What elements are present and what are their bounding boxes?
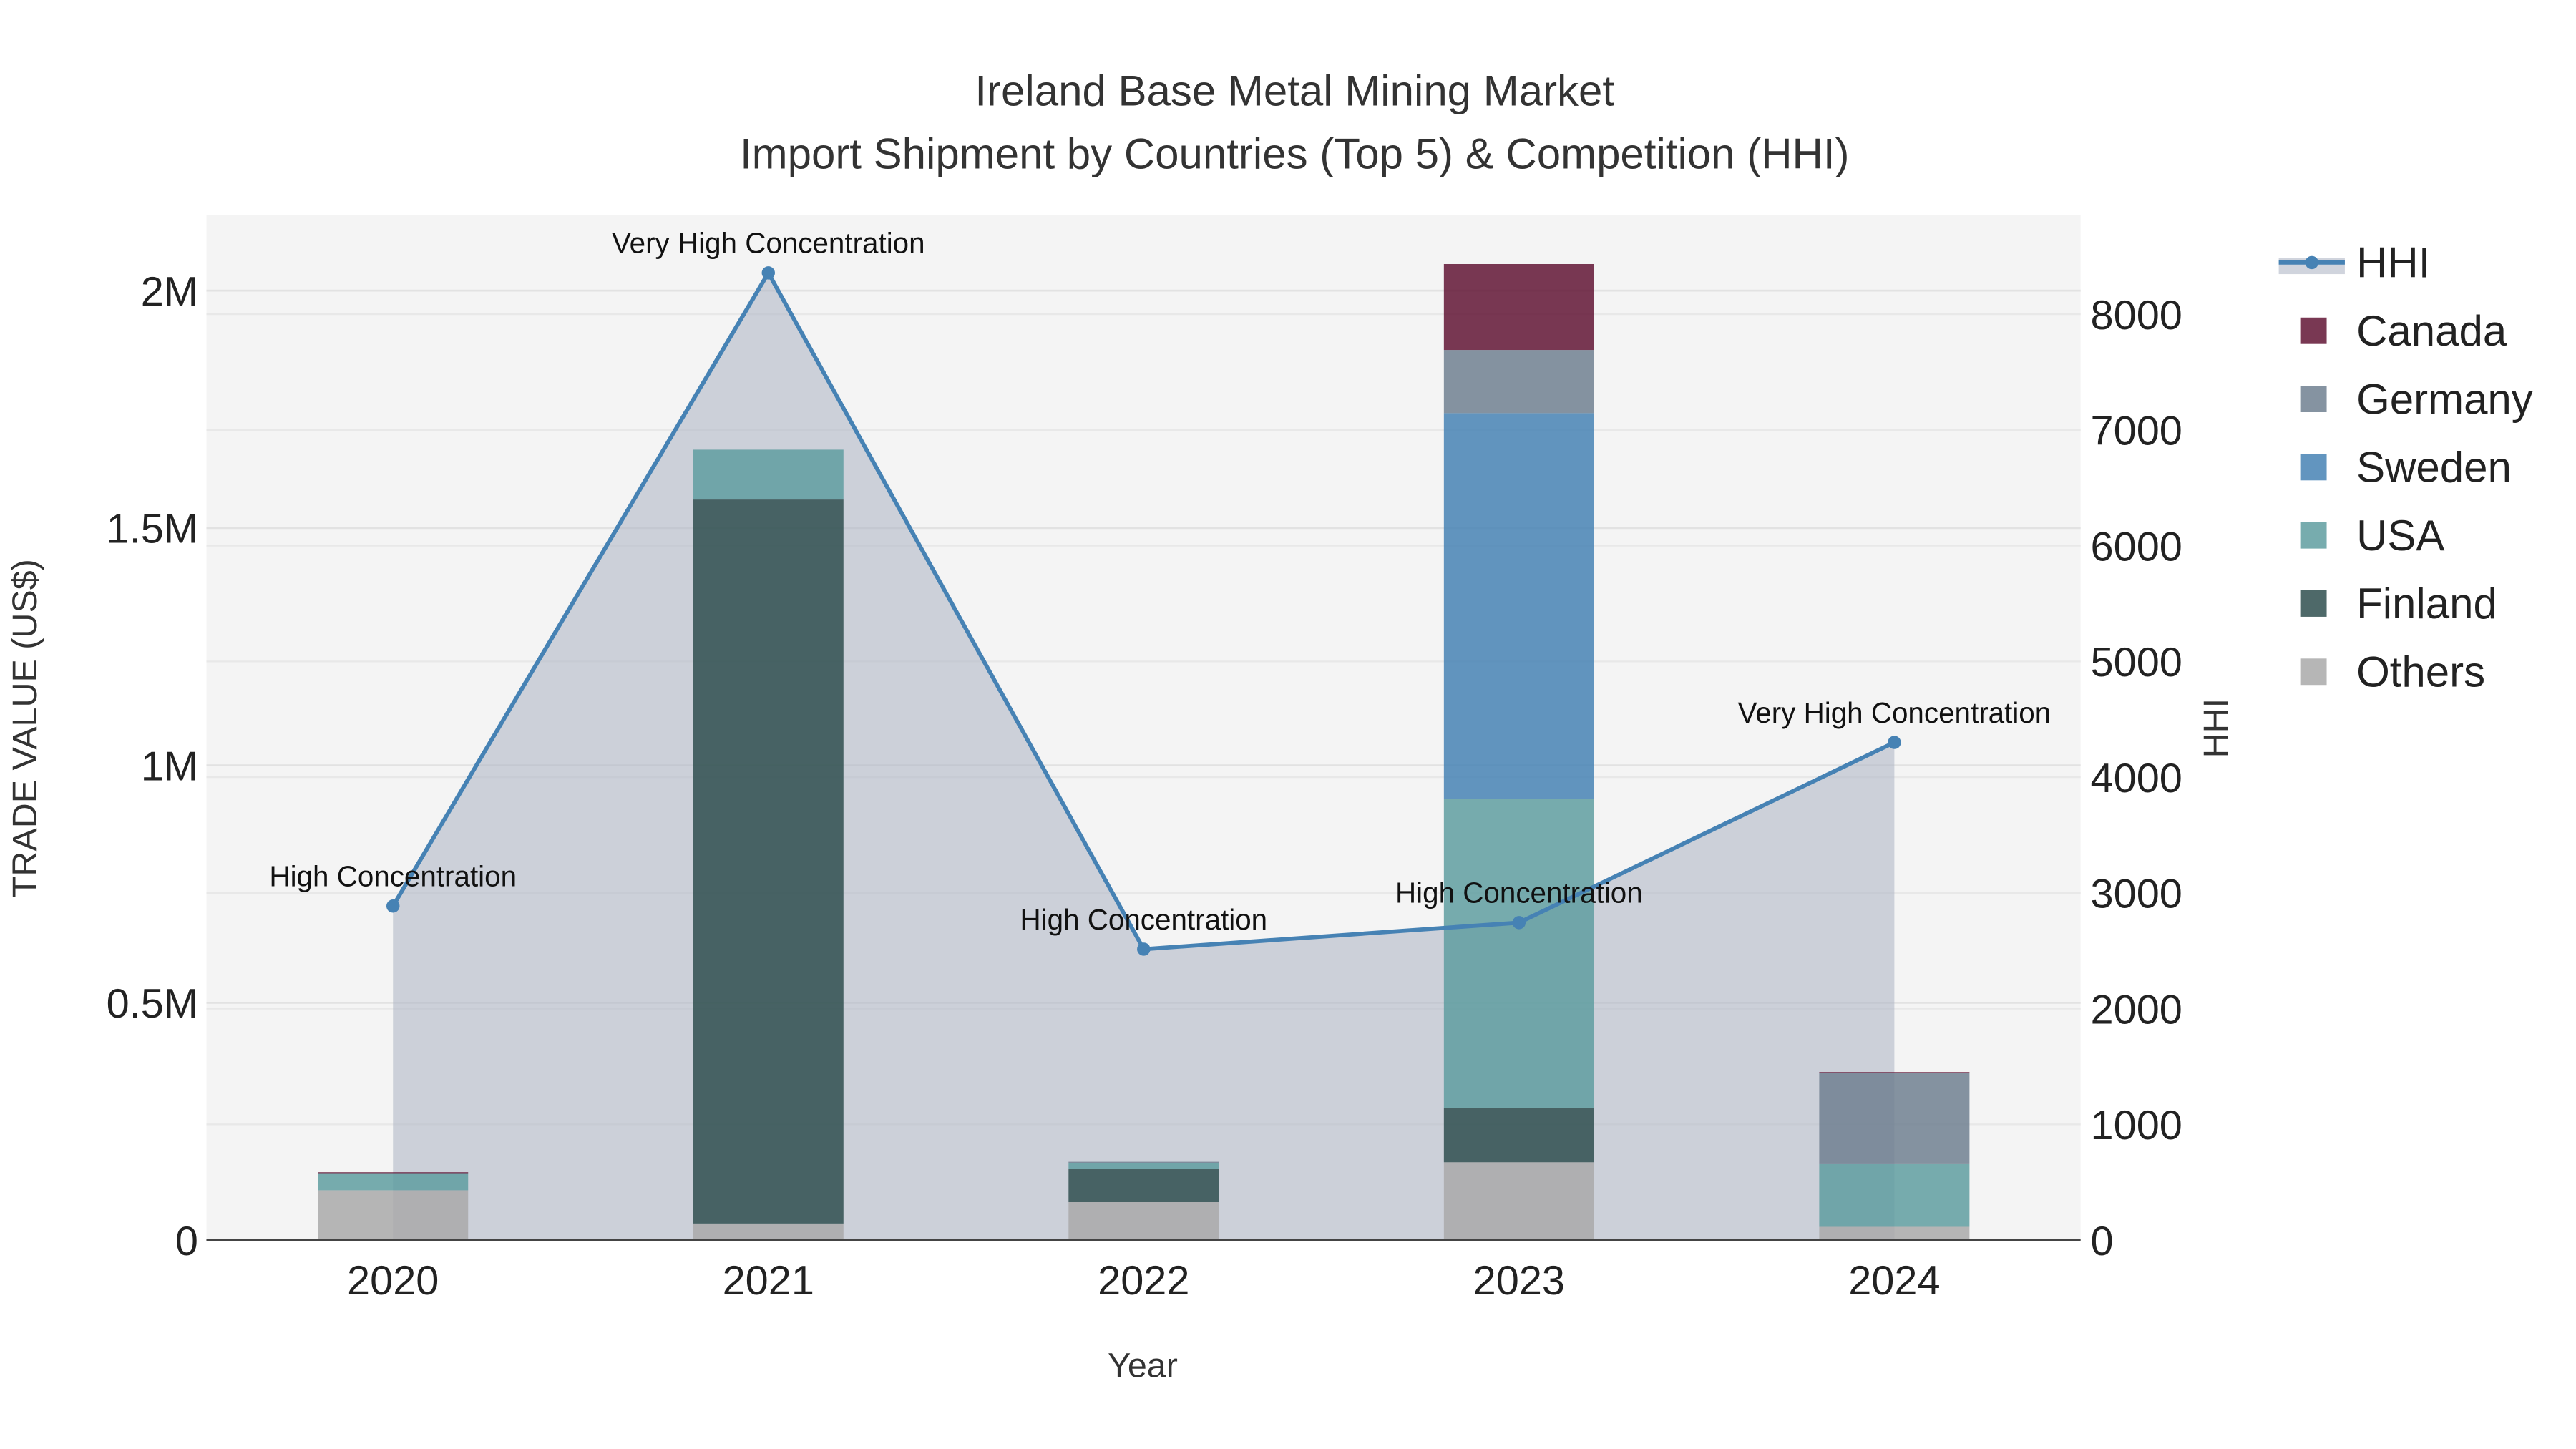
legend-swatch-germany	[2300, 386, 2327, 412]
y-axis-title: TRADE VALUE (US$)	[6, 559, 44, 897]
hhi-point-2024	[1888, 736, 1901, 749]
hhi-annotation: Very High Concentration	[612, 227, 925, 260]
bar-canada-2023	[1443, 264, 1594, 351]
bar-finland-2021	[693, 499, 844, 1224]
bar-usa-2022	[1068, 1163, 1219, 1169]
bar-others-2020	[318, 1190, 469, 1241]
bar-canada-2020	[318, 1172, 469, 1174]
legend-hhi-marker-icon	[2305, 255, 2318, 270]
bar-germany-2024	[1819, 1073, 1970, 1164]
bar-others-2021	[693, 1223, 844, 1241]
bar-finland-2022	[1068, 1169, 1219, 1202]
x-tick-label: 2023	[1473, 1258, 1565, 1304]
legend-label-usa: USA	[2356, 512, 2444, 560]
x-tick-label: 2024	[1848, 1258, 1940, 1304]
y2-tick-label: 3000	[2091, 872, 2182, 917]
hhi-annotation: Very High Concentration	[1738, 696, 2051, 729]
legend-swatch-sweden	[2300, 454, 2327, 481]
chart-title: Ireland Base Metal Mining Market	[975, 67, 1614, 115]
legend-label-hhi: HHI	[2356, 239, 2430, 287]
x-tick-label: 2021	[723, 1258, 814, 1304]
hhi-annotation: High Concentration	[269, 860, 517, 893]
bar-usa-2023	[1443, 799, 1594, 1108]
legend-label-canada: Canada	[2356, 307, 2507, 355]
y-tick-label: 1.5M	[107, 507, 198, 552]
bar-germany-2022	[1068, 1161, 1219, 1163]
hhi-annotation: High Concentration	[1395, 877, 1643, 909]
y2-tick-label: 4000	[2091, 756, 2182, 801]
chart: High Concentration Very High Concentratio…	[6, 67, 2533, 1385]
legend: HHI Canada Germany Sweden USA Finland Others	[2278, 239, 2533, 696]
y2-axis-title: HHI	[2197, 698, 2235, 758]
y-tick-label: 0	[175, 1219, 198, 1264]
bar-others-2022	[1068, 1202, 1219, 1241]
hhi-point-2020	[386, 899, 400, 913]
legend-swatch-others	[2300, 658, 2327, 686]
legend-label-others: Others	[2356, 648, 2485, 696]
hhi-point-2022	[1137, 942, 1151, 956]
bar-usa-2024	[1819, 1163, 1970, 1227]
x-tick-label: 2020	[347, 1258, 439, 1304]
bar-sweden-2023	[1443, 413, 1594, 799]
bar-others-2024	[1819, 1226, 1970, 1241]
legend-label-sweden: Sweden	[2356, 444, 2512, 492]
hhi-annotation: High Concentration	[1020, 903, 1267, 936]
bar-usa-2021	[693, 449, 844, 500]
y-tick-label: 0.5M	[107, 981, 198, 1027]
bar-germany-2023	[1443, 350, 1594, 414]
y-tick-label: 1M	[141, 743, 198, 789]
bar-usa-2020	[318, 1173, 469, 1191]
hhi-point-2023	[1512, 916, 1526, 930]
y-tick-label: 2M	[141, 269, 198, 315]
y2-tick-label: 1000	[2091, 1103, 2182, 1148]
bar-finland-2023	[1443, 1107, 1594, 1163]
bar-others-2023	[1443, 1162, 1594, 1241]
legend-swatch-finland	[2300, 590, 2327, 617]
y2-tick-label: 2000	[2091, 987, 2182, 1033]
hhi-point-2021	[761, 266, 775, 280]
y2-tick-label: 8000	[2091, 293, 2182, 338]
y2-tick-label: 7000	[2091, 409, 2182, 454]
x-tick-label: 2022	[1098, 1258, 1189, 1304]
legend-swatch-canada	[2300, 317, 2327, 344]
legend-label-germany: Germany	[2356, 375, 2533, 423]
legend-label-finland: Finland	[2356, 580, 2497, 628]
chart-subtitle: Import Shipment by Countries (Top 5) & C…	[740, 130, 1850, 177]
bar-canada-2024	[1819, 1072, 1970, 1073]
y2-tick-label: 5000	[2091, 640, 2182, 686]
x-axis-title: Year	[1108, 1347, 1178, 1385]
y2-tick-label: 0	[2091, 1219, 2114, 1264]
legend-swatch-usa	[2300, 522, 2327, 549]
y2-tick-label: 6000	[2091, 524, 2182, 570]
